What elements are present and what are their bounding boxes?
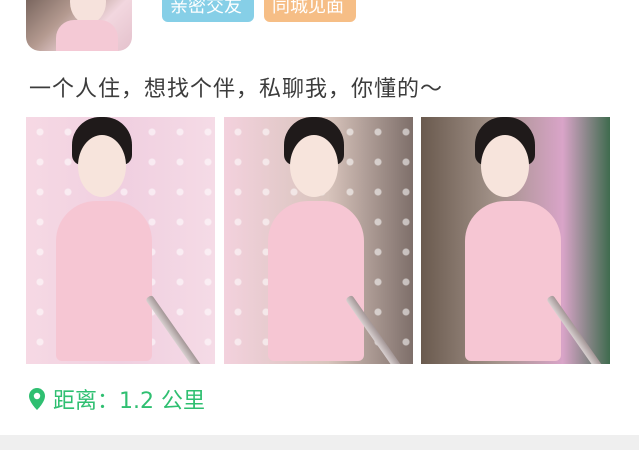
- photo-1-face: [78, 135, 126, 197]
- tag-meetup: 同城见面: [264, 0, 356, 22]
- distance-row: 距离：1.2 公里: [27, 383, 205, 415]
- photo-3-face: [481, 135, 529, 197]
- tag-friendship: 亲密交友: [162, 0, 254, 22]
- photo-2-face: [290, 135, 338, 197]
- avatar-shirt: [56, 20, 118, 51]
- photo-3-shirt: [465, 201, 561, 361]
- post-photo-3[interactable]: [421, 117, 610, 364]
- location-pin-icon: [29, 388, 45, 410]
- photo-1-shirt: [56, 201, 152, 361]
- section-divider: [0, 435, 639, 450]
- distance-label: 距离：1.2 公里: [53, 389, 205, 414]
- post-photo-1[interactable]: [26, 117, 215, 364]
- photo-2-shirt: [268, 201, 364, 361]
- post-text: 一个人住，想找个伴，私聊我，你懂的～: [29, 77, 444, 102]
- post-photo-2[interactable]: [224, 117, 413, 364]
- user-avatar[interactable]: [26, 0, 132, 51]
